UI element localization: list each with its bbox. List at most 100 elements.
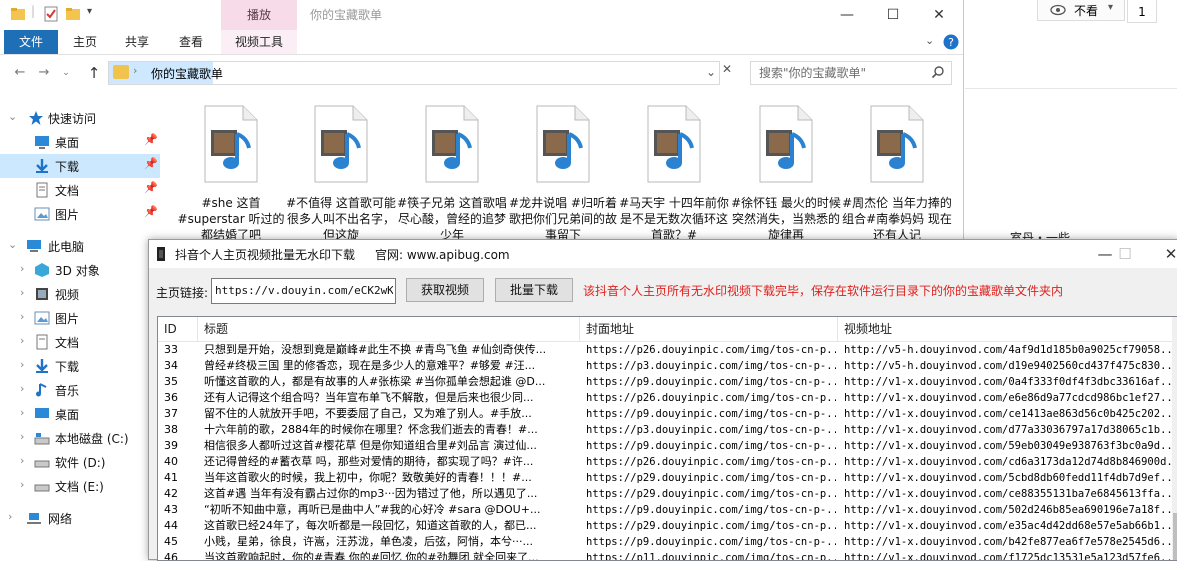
column-header-title[interactable]: 标题 (198, 317, 580, 341)
chevron-right-icon[interactable]: › (8, 510, 12, 523)
tab-file[interactable]: 文件 (4, 30, 58, 54)
search-input[interactable] (757, 65, 931, 81)
chevron-down-icon[interactable]: ⌄ (8, 238, 17, 251)
chevron-right-icon[interactable]: › (20, 382, 24, 395)
video-table[interactable]: ID 标题 封面地址 视频地址 33 只想到是开始，没想到竟是巅峰#此生不换 #青… (157, 316, 1177, 561)
table-row[interactable]: 39 相信很多人都听过这首#樱花草 但是你知道组合里#刘品言 演过仙... http… (158, 438, 1177, 454)
table-row[interactable]: 43 “初听不知曲中意，再听已是曲中人”#我的心好冷 #sara @DOU+...… (158, 502, 1177, 518)
url-input[interactable] (212, 279, 393, 301)
fetch-videos-button[interactable]: 获取视频 (406, 278, 484, 302)
chevron-right-icon[interactable]: › (20, 478, 24, 491)
up-arrow-icon[interactable]: ↑ (84, 63, 104, 83)
recent-locations-icon[interactable]: ⌄ (56, 63, 76, 83)
file-item[interactable]: #龙井说唱 #归听着歌把你们兄弟间的故事留下 (508, 100, 618, 241)
sidebar-item-local-disk-c[interactable]: › 本地磁盘 (C:) (0, 426, 160, 450)
file-item[interactable]: #徐怀钰 最火的时候突然消失，当熟悉的旋律再 (731, 100, 841, 241)
batch-download-button[interactable]: 批量下载 (495, 278, 573, 302)
table-row[interactable]: 36 还有人记得这个组合吗？当年宣布单飞不解散，但是后来也很少同... https:… (158, 390, 1177, 406)
file-item[interactable]: #she 这首 #superstar 听过的都结婚了吧 (176, 100, 286, 241)
chevron-down-icon[interactable]: ⌄ (8, 110, 17, 123)
tab-view[interactable]: 查看 (168, 30, 214, 54)
close-button[interactable]: ✕ (916, 0, 962, 30)
maximize-button[interactable]: ☐ (870, 0, 916, 30)
new-folder-icon[interactable] (65, 6, 81, 22)
expand-ribbon-icon[interactable]: ⌄ (925, 34, 934, 47)
dialog-maximize-button[interactable]: ☐ (1105, 240, 1145, 268)
search-box[interactable] (750, 61, 952, 85)
scrollbar-thumb[interactable] (1173, 513, 1177, 560)
table-row[interactable]: 34 曾经#终极三国 里的修香恋，现在是多少人的意难平？#够爱 #汪... http… (158, 358, 1177, 374)
sidebar-item-pictures-pc[interactable]: › 图片 (0, 306, 160, 330)
cell-video-url: http://v5-h.douyinvod.com/4af9d1d185b0a9… (844, 344, 1174, 356)
count-button[interactable]: 1 (1127, 0, 1157, 23)
column-header-cover[interactable]: 封面地址 (580, 317, 838, 341)
pin-icon[interactable]: 📌 (144, 181, 158, 194)
sidebar-item-downloads-pc[interactable]: › 下载 (0, 354, 160, 378)
column-header-id[interactable]: ID (158, 317, 198, 341)
document-icon (36, 182, 48, 198)
url-field[interactable] (211, 278, 396, 304)
address-path[interactable]: 你的宝藏歌单 (151, 65, 223, 82)
help-icon[interactable]: ? (943, 34, 959, 50)
tab-video-tools[interactable]: 视频工具 (221, 30, 297, 54)
table-row[interactable]: 41 当年这首歌火的时候，我上初中，你呢？致敬美好的青春！！！#... https:… (158, 470, 1177, 486)
sidebar-item-desktop-pc[interactable]: › 桌面 (0, 402, 160, 426)
sidebar-item-documents-pc[interactable]: › 文档 (0, 330, 160, 354)
chevron-right-icon[interactable]: › (20, 310, 24, 323)
sidebar-item-desktop[interactable]: 桌面 📌 (0, 130, 160, 154)
table-row[interactable]: 45 小贱，星弟，徐良，许嵩，汪苏泷，单色凌，后弦，阿悄，本兮···... http… (158, 534, 1177, 550)
search-icon[interactable] (931, 65, 945, 79)
file-item[interactable]: #周杰伦 当年力捧的组合#南拳妈妈 现在还有人记 (842, 100, 952, 241)
address-bar[interactable]: › 你的宝藏歌单 (108, 61, 720, 85)
file-item[interactable]: #不值得 这首歌可能很多人叫不出名字，但这旋 (286, 100, 396, 241)
customize-quick-access-icon[interactable]: ▾ (87, 6, 92, 17)
sidebar-item-quick-access[interactable]: ⌄ 快速访问 (0, 106, 160, 130)
properties-icon[interactable] (43, 6, 59, 22)
address-dropdown-icon[interactable]: ⌄ (704, 62, 718, 82)
sidebar-item-drive-e[interactable]: › 文档 (E:) (0, 474, 160, 498)
table-row[interactable]: 35 听懂这首歌的人，都是有故事的人#张栋梁 #当你孤单会想起谁 @D... htt… (158, 374, 1177, 390)
cell-title: 只想到是开始，没想到竟是巅峰#此生不换 #青鸟飞鱼 #仙剑奇侠传... (204, 343, 547, 356)
table-row[interactable]: 46 当这首歌响起时，你的#青春 你的#回忆 你的#劲舞团 就全回来了... htt… (158, 550, 1177, 560)
back-arrow-icon[interactable]: ← (10, 63, 30, 83)
tab-home[interactable]: 主页 (62, 30, 108, 54)
sidebar-item-pictures[interactable]: 图片 📌 (0, 202, 160, 226)
table-row[interactable]: 42 这首#遇 当年有没有霸占过你的mp3···因为错过了他，所以遇见了... ht… (158, 486, 1177, 502)
file-item[interactable]: #马天宇 十四年前你是不是无数次循环这首歌？# (619, 100, 729, 241)
sidebar-item-videos[interactable]: › 视频 (0, 282, 160, 306)
table-row[interactable]: 38 十六年前的歌，2884年的时候你在哪里？怀念我们逝去的青春！#... http… (158, 422, 1177, 438)
sidebar-item-music[interactable]: › 音乐 (0, 378, 160, 402)
file-item[interactable]: #筷子兄弟 这首歌唱尽心酸，曾经的追梦少年 (397, 100, 507, 241)
dialog-close-button[interactable]: ✕ (1151, 240, 1177, 268)
sidebar-item-drive-d[interactable]: › 软件 (D:) (0, 450, 160, 474)
chevron-right-icon[interactable]: › (20, 358, 24, 371)
table-row[interactable]: 40 还记得曾经的#蓄衣草 吗，那些对爱情的期待，都实现了吗？#许... https… (158, 454, 1177, 470)
pin-icon[interactable]: 📌 (144, 205, 158, 218)
pin-icon[interactable]: 📌 (144, 133, 158, 146)
sidebar-item-3d-objects[interactable]: › 3D 对象 (0, 258, 160, 282)
table-row[interactable]: 44 这首歌已经24年了，每次听都是一段回忆，知道这首歌的人，都已... https… (158, 518, 1177, 534)
minimize-button[interactable]: — (824, 0, 870, 30)
chevron-right-icon[interactable]: › (20, 430, 24, 443)
table-row[interactable]: 33 只想到是开始，没想到竟是巅峰#此生不换 #青鸟飞鱼 #仙剑奇侠传... htt… (158, 342, 1177, 358)
pin-icon[interactable]: 📌 (144, 157, 158, 170)
downloader-dialog: 抖音个人主页视频批量无水印下载 官网: www.apibug.com — ☐ ✕… (148, 239, 1177, 561)
chevron-right-icon[interactable]: › (20, 286, 24, 299)
tab-share[interactable]: 共享 (114, 30, 160, 54)
chevron-right-icon[interactable]: › (133, 64, 137, 77)
sidebar-item-documents[interactable]: 文档 📌 (0, 178, 160, 202)
sidebar-item-this-pc[interactable]: ⌄ 此电脑 (0, 234, 160, 258)
video-file-icon (536, 105, 590, 183)
watch-dropdown-button[interactable]: 不看 ▾ (1037, 0, 1125, 21)
sidebar-item-network[interactable]: › 网络 (0, 506, 160, 530)
refresh-icon[interactable]: ✕ (722, 62, 736, 82)
chevron-right-icon[interactable]: › (20, 406, 24, 419)
forward-arrow-icon[interactable]: → (34, 63, 54, 83)
chevron-right-icon[interactable]: › (20, 334, 24, 347)
column-header-video[interactable]: 视频地址 (838, 317, 1172, 341)
sidebar-item-downloads[interactable]: 下载 📌 (0, 154, 160, 178)
chevron-right-icon[interactable]: › (20, 262, 24, 275)
chevron-right-icon[interactable]: › (20, 454, 24, 467)
contextual-tab-group: 播放 (221, 0, 297, 30)
table-row[interactable]: 37 留不住的人就放开手吧，不要委屈了自己，又为难了别人。#手放... https:… (158, 406, 1177, 422)
